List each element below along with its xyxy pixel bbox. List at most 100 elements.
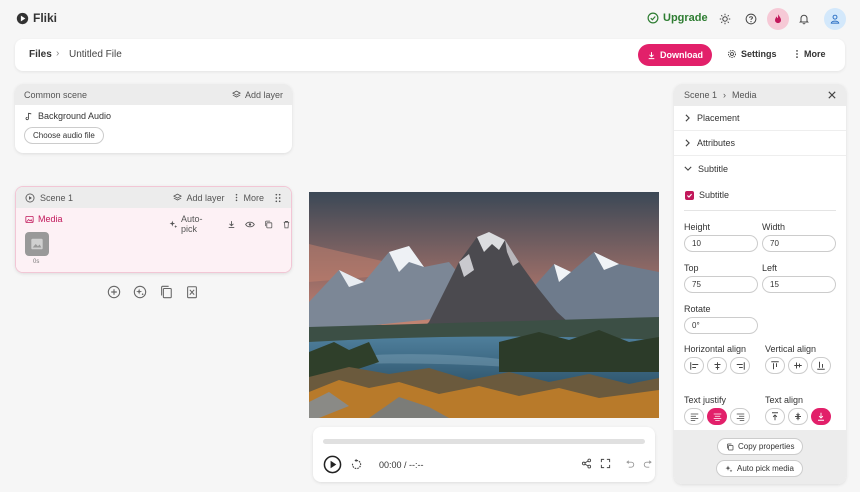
height-input[interactable]: 10 [684, 235, 758, 252]
app-name: Fliki [33, 11, 58, 25]
align-center-button[interactable] [707, 357, 727, 374]
section-placement[interactable]: Placement [674, 106, 846, 131]
rotate-label: Rotate [684, 304, 711, 314]
drag-handle-icon[interactable] [274, 193, 282, 203]
settings-button[interactable]: Settings [727, 49, 777, 59]
justify-left-button[interactable] [684, 408, 704, 425]
help-button[interactable] [740, 8, 762, 30]
auto-pick-label: Auto-pick [180, 214, 203, 234]
redo-icon[interactable] [643, 459, 653, 469]
breadcrumb-file-name[interactable]: Untitled File [69, 49, 122, 60]
notifications-button[interactable] [793, 8, 815, 30]
properties-footer: Copy properties Auto pick media [674, 430, 846, 484]
download-icon[interactable] [227, 220, 236, 229]
valign-bottom-button[interactable] [811, 357, 831, 374]
panel-breadcrumb-media: Media [732, 90, 757, 100]
download-button[interactable]: Download [638, 44, 712, 66]
scene-card: Scene 1 Add layer More Media Auto-pick 0… [15, 186, 292, 273]
media-layer-title: Media [25, 214, 63, 224]
add-scene-icon[interactable] [107, 285, 121, 299]
app-logo[interactable]: Fliki [16, 11, 57, 25]
chevron-down-icon [684, 166, 692, 171]
width-label: Width [762, 222, 786, 232]
section-placement-label: Placement [697, 113, 740, 123]
mountain-landscape-image [309, 192, 659, 418]
sun-icon [719, 13, 731, 25]
video-preview[interactable] [309, 192, 659, 418]
duplicate-scene-icon[interactable] [159, 285, 173, 299]
text-align-middle-button[interactable] [788, 408, 808, 425]
add-scene-ai-icon[interactable] [133, 285, 147, 299]
left-input[interactable]: 15 [762, 276, 836, 293]
layers-icon [173, 193, 183, 201]
auto-pick-media-button[interactable]: Auto pick media [716, 460, 803, 477]
common-add-layer-button[interactable]: Add layer [231, 90, 283, 100]
share-icon[interactable] [581, 458, 592, 469]
delete-scene-icon[interactable] [185, 285, 199, 299]
subtitle-checkbox-row[interactable]: Subtitle [685, 190, 729, 200]
scene-add-layer-label: Add layer [186, 192, 225, 203]
text-align-bottom-button[interactable] [811, 408, 831, 425]
gear-icon [728, 50, 736, 58]
valign-middle-button[interactable] [788, 357, 808, 374]
text-justify-label: Text justify [684, 395, 727, 405]
eye-icon[interactable] [245, 220, 255, 229]
common-scene-header: Common scene Add layer [15, 84, 292, 105]
media-label: Media [38, 214, 63, 224]
fire-button[interactable] [767, 8, 789, 30]
section-subtitle[interactable]: Subtitle [674, 156, 846, 181]
section-attributes[interactable]: Attributes [674, 131, 846, 156]
properties-panel: Scene 1 › Media Placement Attributes Sub… [674, 84, 846, 484]
copy-properties-button[interactable]: Copy properties [717, 438, 804, 455]
trash-icon[interactable] [282, 220, 291, 229]
scene-add-layer-button[interactable]: Add layer [173, 193, 224, 203]
scene-more-button[interactable]: More [234, 193, 264, 203]
panel-breadcrumb-scene[interactable]: Scene 1 [684, 90, 717, 100]
settings-label: Settings [741, 49, 777, 59]
playback-progress-bar[interactable] [323, 439, 645, 444]
close-icon[interactable] [828, 91, 836, 99]
panel-breadcrumb-separator: › [723, 90, 727, 100]
user-avatar[interactable] [824, 8, 846, 30]
auto-pick-media-label: Auto pick media [737, 464, 794, 473]
align-right-icon [736, 361, 745, 370]
justify-center-button[interactable] [707, 408, 727, 425]
valign-top-button[interactable] [765, 357, 785, 374]
choose-audio-button[interactable]: Choose audio file [24, 127, 104, 144]
scene-title: Scene 1 [40, 192, 74, 203]
valign-top-icon [771, 361, 779, 370]
background-audio-label: Background Audio [38, 111, 112, 121]
theme-toggle-button[interactable] [714, 8, 736, 30]
play-button-icon[interactable] [323, 455, 342, 474]
auto-pick-button[interactable]: Auto-pick [169, 214, 218, 234]
fullscreen-icon[interactable] [600, 458, 611, 469]
align-right-button[interactable] [730, 357, 750, 374]
common-scene-card: Common scene Add layer Background Audio … [15, 84, 292, 153]
justify-right-button[interactable] [730, 408, 750, 425]
fire-icon [775, 14, 781, 24]
replay-icon[interactable] [350, 458, 363, 471]
sparkle-icon [725, 465, 733, 472]
chevron-right-icon [685, 139, 690, 147]
subtitle-checkbox[interactable] [685, 190, 694, 200]
sparkle-icon [169, 220, 178, 228]
rotate-input[interactable]: 0° [684, 317, 758, 334]
check-icon [687, 193, 693, 198]
more-vertical-icon [236, 193, 238, 202]
left-label: Left [762, 263, 778, 273]
more-button[interactable]: More [794, 49, 826, 59]
background-audio-row: Background Audio [15, 105, 292, 121]
align-left-button[interactable] [684, 357, 704, 374]
media-thumbnail[interactable] [25, 232, 49, 256]
media-layer[interactable]: Media Auto-pick 0s [16, 208, 291, 272]
copy-icon[interactable] [264, 220, 273, 229]
width-input[interactable]: 70 [762, 235, 836, 252]
top-input[interactable]: 75 [684, 276, 758, 293]
text-align-top-button[interactable] [765, 408, 785, 425]
breadcrumb-files[interactable]: Files [29, 49, 52, 60]
align-center-icon [714, 361, 720, 370]
top-label: Top [684, 263, 699, 273]
undo-icon[interactable] [625, 459, 635, 469]
file-toolbar: Files › Untitled File Download Settings … [15, 39, 845, 71]
upgrade-button[interactable]: Upgrade [647, 12, 708, 24]
